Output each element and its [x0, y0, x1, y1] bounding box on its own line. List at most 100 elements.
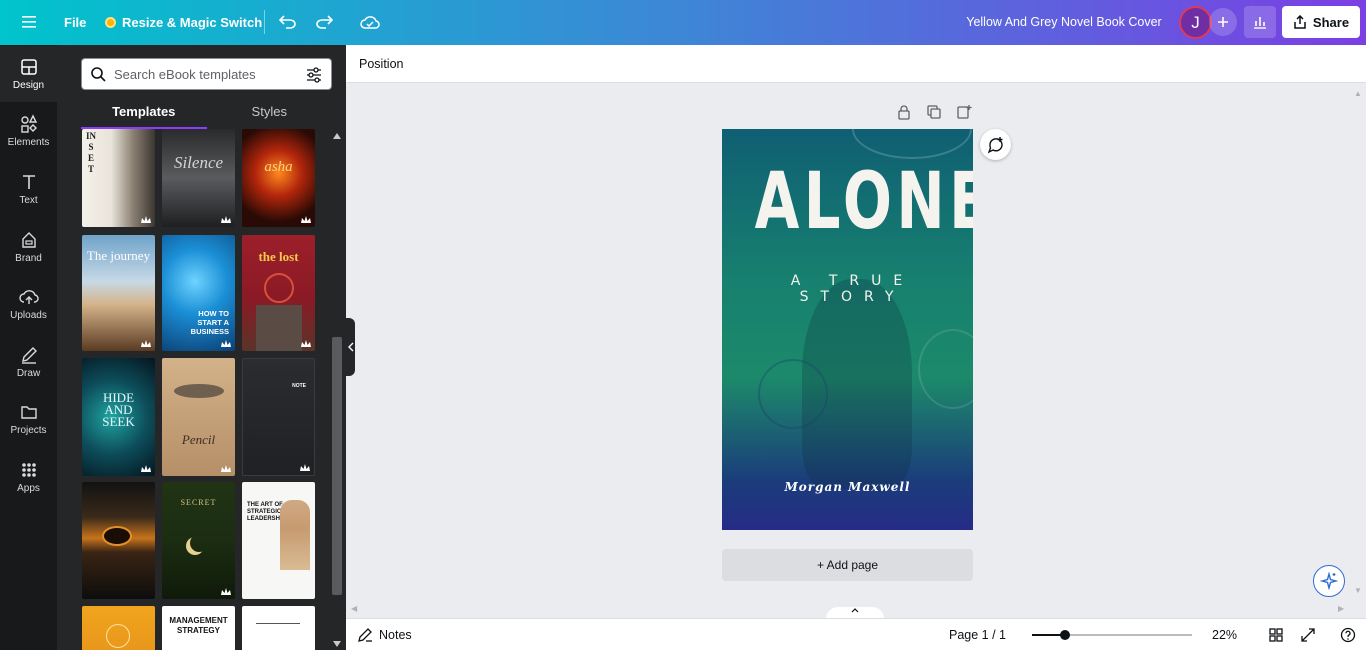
filter-icon[interactable]	[305, 66, 323, 84]
help-icon[interactable]	[1340, 627, 1356, 643]
rail-item-projects[interactable]: Projects	[0, 391, 57, 447]
rail-label: Brand	[15, 253, 42, 264]
search-input[interactable]	[114, 66, 294, 82]
template-illustration	[264, 273, 294, 303]
design-icon	[20, 59, 37, 75]
draw-icon	[21, 347, 37, 364]
insights-chart-icon[interactable]	[1244, 6, 1276, 38]
crown-icon	[141, 465, 151, 472]
redo-icon[interactable]	[312, 10, 336, 34]
menu-icon[interactable]	[14, 12, 44, 32]
template-thumbnail[interactable]: The journey	[82, 235, 155, 351]
context-toolbar: Position	[346, 45, 1366, 83]
resize-magic-switch-button[interactable]: Resize & Magic Switch	[105, 0, 262, 45]
sparkle-icon	[1320, 572, 1338, 590]
crown-icon	[141, 216, 151, 223]
grid-view-icon[interactable]	[1268, 627, 1284, 643]
template-title: Silence	[173, 153, 224, 172]
template-thumbnail[interactable]: THE ART OF STRATEGIC LEADERSHIP	[242, 482, 315, 599]
share-label: Share	[1312, 14, 1350, 30]
template-title: INSET	[86, 131, 97, 174]
notes-icon	[358, 628, 372, 642]
canvas-scroll-down-arrow[interactable]: ▼	[1354, 586, 1362, 595]
rail-item-text[interactable]: Text	[0, 161, 57, 217]
template-thumbnail[interactable]: Silence	[162, 129, 235, 227]
template-thumbnail[interactable]	[242, 606, 315, 650]
search-icon	[91, 67, 106, 82]
crown-icon	[221, 465, 231, 472]
canvas-scroll-right-arrow[interactable]: ▶	[1338, 604, 1344, 613]
avatar[interactable]: J	[1179, 6, 1212, 39]
scroll-down-arrow[interactable]	[333, 641, 341, 647]
fullscreen-icon[interactable]	[1300, 627, 1316, 643]
background-court-logo	[918, 329, 973, 409]
canvas-scroll-up-arrow[interactable]: ▲	[1354, 89, 1362, 98]
cover-subtitle[interactable]: A TRUE STORY	[722, 273, 973, 305]
template-thumbnail[interactable]: the lost	[242, 235, 315, 351]
design-page-book-cover[interactable]: ALONE A TRUE STORY Morgan Maxwell	[722, 129, 973, 530]
resize-label: Resize & Magic Switch	[122, 15, 263, 30]
uploads-icon	[18, 290, 39, 304]
cloud-save-icon[interactable]	[358, 10, 382, 34]
panel-scroll-thumb[interactable]	[332, 337, 342, 595]
rail-item-uploads[interactable]: Uploads	[0, 276, 57, 332]
page-indicator[interactable]: Page 1 / 1	[949, 619, 1006, 650]
file-menu-button[interactable]: File	[64, 0, 86, 45]
canvas-scroll-left-arrow[interactable]: ◀	[351, 604, 357, 613]
template-thumbnail[interactable]	[82, 606, 155, 650]
rail-item-brand[interactable]: Brand	[0, 219, 57, 275]
template-title: The journey	[86, 248, 151, 263]
rail-item-design[interactable]: Design	[0, 46, 57, 102]
position-button[interactable]: Position	[359, 45, 403, 83]
crown-icon	[301, 216, 311, 223]
template-title: the lost	[258, 249, 299, 264]
template-thumbnail[interactable]: asha	[242, 129, 315, 227]
template-title: MANAGEMENT STRATEGY	[169, 616, 228, 635]
notes-button[interactable]: Notes	[358, 619, 412, 650]
rail-label: Uploads	[10, 310, 47, 321]
text-icon	[22, 175, 35, 189]
add-collaborator-icon[interactable]	[1209, 8, 1237, 36]
crown-icon	[221, 216, 231, 223]
search-box[interactable]	[81, 58, 332, 90]
template-title: asha	[264, 159, 293, 175]
tab-styles[interactable]: Styles	[207, 101, 333, 129]
lock-icon[interactable]	[896, 104, 912, 120]
projects-icon	[20, 406, 37, 419]
template-title: HOW TO START A BUSINESS	[190, 309, 229, 336]
document-title[interactable]: Yellow And Grey Novel Book Cover	[950, 0, 1178, 45]
duplicate-page-icon[interactable]	[926, 104, 942, 120]
template-thumbnail[interactable]	[82, 482, 155, 599]
zoom-slider-handle[interactable]	[1060, 630, 1070, 640]
apps-icon	[21, 463, 36, 477]
bottom-bar: Notes Page 1 / 1 22%	[346, 618, 1366, 650]
template-thumbnail[interactable]: HIDE AND SEEK	[82, 358, 155, 476]
add-comment-button[interactable]	[980, 129, 1011, 160]
collapse-panel-button[interactable]	[346, 318, 355, 376]
share-button[interactable]: Share	[1282, 6, 1360, 38]
template-thumbnail[interactable]: MANAGEMENT STRATEGY	[162, 606, 235, 650]
left-rail: Design Elements Text Brand Uploads Draw …	[0, 45, 57, 650]
rail-label: Elements	[7, 137, 50, 148]
rail-item-elements[interactable]: Elements	[0, 103, 57, 159]
rail-label: Apps	[17, 483, 40, 494]
template-thumbnail[interactable]: INSET	[82, 129, 155, 227]
cover-author[interactable]: Morgan Maxwell	[722, 480, 973, 494]
rail-label: Text	[19, 195, 38, 206]
template-title: HIDE AND SEEK	[102, 390, 135, 429]
tab-templates[interactable]: Templates	[81, 101, 207, 129]
rail-item-apps[interactable]: Apps	[0, 449, 57, 505]
scroll-up-arrow[interactable]	[333, 133, 341, 139]
zoom-value[interactable]: 22%	[1212, 619, 1237, 650]
template-thumbnail[interactable]: Pencil	[162, 358, 235, 476]
template-title: SECRET	[180, 498, 217, 507]
add-page-button[interactable]: + Add page	[722, 549, 973, 581]
template-thumbnail[interactable]: NOTE	[242, 358, 315, 476]
magic-assistant-button[interactable]	[1313, 565, 1345, 597]
rail-item-draw[interactable]: Draw	[0, 334, 57, 390]
template-thumbnail[interactable]: SECRET	[162, 482, 235, 599]
template-thumbnail[interactable]: HOW TO START A BUSINESS	[162, 235, 235, 351]
cover-title[interactable]: ALONE	[755, 163, 973, 241]
add-page-icon[interactable]	[956, 104, 972, 120]
undo-icon[interactable]	[276, 10, 300, 34]
